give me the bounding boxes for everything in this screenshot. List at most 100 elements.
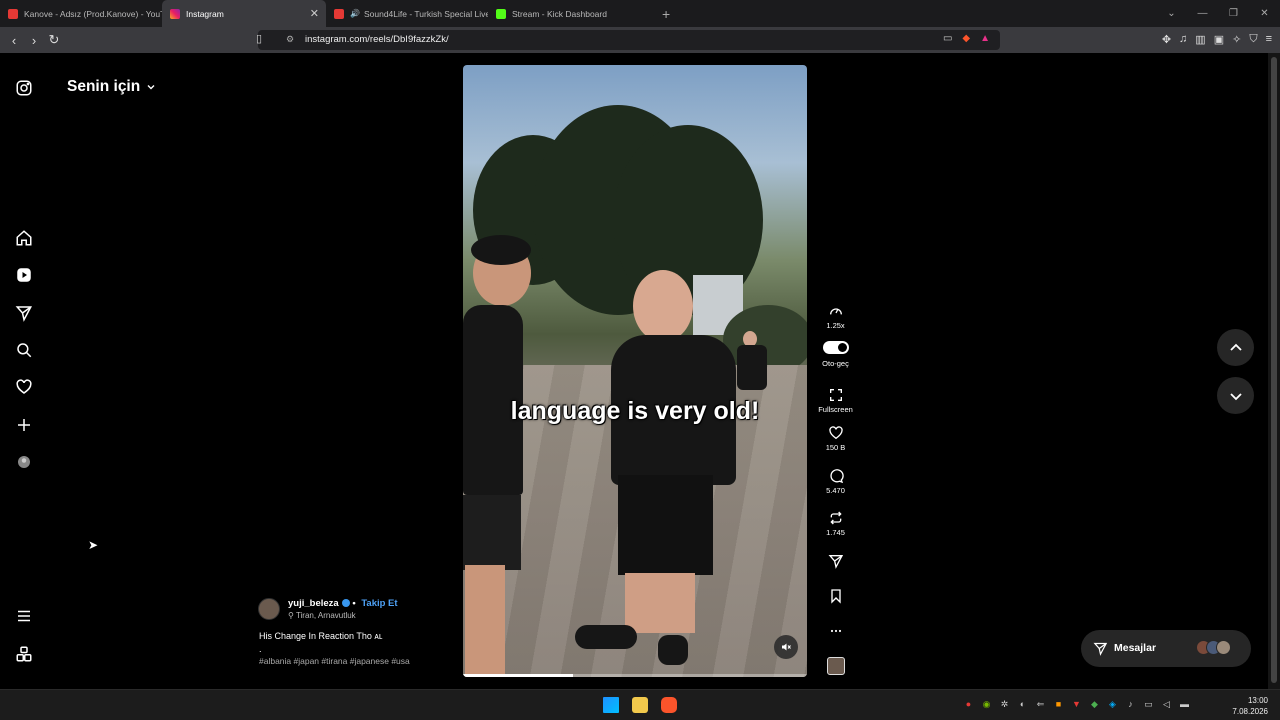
video-progress-bar[interactable] [463, 674, 807, 677]
heart-icon [828, 426, 843, 440]
messages-button[interactable]: Mesajlar [1081, 630, 1251, 667]
minimize-icon[interactable]: — [1187, 8, 1218, 19]
search-icon[interactable] [14, 340, 34, 360]
meta-apps-icon[interactable] [14, 644, 34, 664]
more-options-button[interactable] [818, 623, 853, 639]
maximize-icon[interactable]: ❐ [1218, 8, 1249, 19]
discord-icon[interactable]: ◐ [1016, 699, 1029, 710]
tray-app-icon[interactable]: ▼ [1070, 699, 1083, 710]
chevron-down-icon [1229, 392, 1242, 400]
location-pin-icon: ⚲ [288, 611, 294, 620]
cast-icon[interactable]: ▭ [943, 33, 952, 44]
instagram-logo-icon[interactable] [14, 78, 34, 98]
save-button[interactable] [818, 588, 853, 604]
tray-app-icon[interactable]: ⇐ [1034, 699, 1047, 710]
instagram-page: Senin için ➤ language is very old! yuji_… [0, 53, 1268, 689]
menu-icon[interactable]: ≡ [1266, 33, 1272, 46]
microphone-icon[interactable]: ♪ [1124, 699, 1137, 710]
reel-hashtags[interactable]: #albania #japan #tirana #japanese #usa [259, 656, 410, 666]
file-explorer-icon[interactable] [632, 697, 648, 713]
fullscreen-button[interactable]: Fullscreen [818, 387, 853, 414]
forward-icon[interactable]: › [24, 33, 44, 48]
person-hair [471, 235, 531, 265]
video-caption: language is very old! [510, 397, 760, 425]
tray-app-icon[interactable]: ● [962, 699, 975, 710]
brave-browser-icon[interactable] [661, 697, 677, 713]
comment-button[interactable]: 5.470 [818, 468, 853, 495]
tab-title: Kanove - Adsız (Prod.Kanove) - YouTube [24, 8, 162, 19]
follow-button[interactable]: Takip Et [361, 598, 397, 609]
audio-thumbnail-image [826, 657, 845, 675]
tab-youtube[interactable]: Kanove - Adsız (Prod.Kanove) - YouTube [0, 0, 162, 27]
volume-icon[interactable]: ◁ [1160, 699, 1173, 710]
back-icon[interactable]: ‹ [4, 33, 24, 48]
tray-app-icon[interactable]: ◈ [1106, 699, 1119, 710]
author-username[interactable]: yuji_beleza [288, 598, 339, 609]
scrollbar-thumb[interactable] [1271, 57, 1277, 683]
person-shoe [658, 635, 688, 665]
tab-sound4life[interactable]: 🔊 Sound4Life - Turkish Special Live [326, 0, 488, 27]
autoplay-toggle[interactable]: Oto-geç [818, 341, 853, 368]
playback-speed-button[interactable]: 1.25x [818, 303, 853, 330]
tray-app-icon[interactable]: ■ [1052, 699, 1065, 710]
close-window-icon[interactable]: ✕ [1249, 8, 1280, 19]
likes-count: 150 B [825, 443, 846, 452]
nvidia-icon[interactable]: ◉ [980, 699, 993, 710]
create-plus-icon[interactable] [14, 415, 34, 435]
tab-instagram[interactable]: Instagram ✕ [162, 0, 326, 27]
new-tab-button[interactable]: + [662, 6, 670, 22]
youtube-icon [334, 8, 344, 19]
tab-title: Stream - Kick Dashboard [512, 8, 607, 19]
tab-list-icon[interactable]: ⌄ [1156, 8, 1187, 19]
feed-selector[interactable]: Senin için [67, 78, 156, 96]
author-avatar[interactable] [258, 598, 280, 620]
speaker-icon[interactable]: 🔊 [350, 9, 360, 18]
comments-count: 5.470 [826, 486, 845, 495]
repost-button[interactable]: 1.745 [818, 510, 853, 537]
reel-video[interactable]: language is very old! [463, 65, 807, 677]
previous-reel-button[interactable] [1217, 329, 1254, 366]
audio-thumbnail[interactable] [818, 657, 853, 675]
site-settings-icon[interactable]: ⚙ [286, 34, 294, 45]
bookmark-icon[interactable]: ▯ [256, 32, 272, 45]
next-reel-button[interactable] [1217, 377, 1254, 414]
messages-label: Mesajlar [1114, 642, 1157, 654]
share-button[interactable] [818, 553, 853, 569]
url-text[interactable]: instagram.com/reels/DbI9fazzkZk/ [305, 34, 449, 45]
page-scrollbar[interactable] [1268, 53, 1280, 689]
home-icon[interactable] [14, 228, 34, 248]
like-button[interactable]: 150 B [818, 425, 853, 452]
author-location[interactable]: ⚲ Tiran, Arnavutluk [288, 611, 356, 620]
verified-badge-icon [341, 599, 350, 608]
reload-icon[interactable]: ↻ [44, 32, 64, 48]
leo-ai-icon[interactable]: ✧ [1232, 33, 1241, 46]
brave-shield-icon[interactable]: ◆ [962, 33, 970, 44]
bookmark-icon [830, 589, 841, 604]
more-menu-icon[interactable] [14, 606, 34, 626]
autoplay-label: Oto-geç [822, 359, 849, 368]
brave-rewards-icon[interactable]: ▲ [980, 33, 990, 44]
windows-start-icon[interactable] [603, 697, 619, 713]
fullscreen-label: Fullscreen [818, 405, 853, 414]
tab-kick[interactable]: Stream - Kick Dashboard [488, 0, 652, 27]
tray-app-icon[interactable]: ◆ [1088, 699, 1101, 710]
tray-app-icon[interactable]: ✲ [998, 699, 1011, 710]
person-shoe [575, 625, 637, 649]
address-bar[interactable]: ▯ ⚙ instagram.com/reels/DbI9fazzkZk/ ▭ ◆… [256, 30, 1000, 50]
profile-avatar[interactable] [14, 452, 34, 472]
toggle-switch[interactable] [822, 341, 849, 354]
close-tab-icon[interactable]: ✕ [310, 7, 319, 20]
comment-icon [829, 469, 844, 484]
notifications-heart-icon[interactable] [14, 377, 34, 397]
media-icon[interactable]: ♫ [1179, 33, 1187, 46]
system-clock[interactable]: 13:00 7.08.2026 [1232, 695, 1268, 717]
battery-icon[interactable]: ▬ [1178, 699, 1191, 710]
wallet-icon[interactable]: ▣ [1214, 33, 1224, 46]
network-icon[interactable]: ▭ [1142, 699, 1155, 710]
direct-messages-icon[interactable] [14, 303, 34, 323]
sidebar-icon[interactable]: ▥ [1195, 33, 1205, 46]
reels-icon[interactable] [14, 265, 34, 285]
mute-button[interactable] [774, 635, 798, 659]
vpn-icon[interactable]: ⛉ [1249, 33, 1257, 46]
extensions-icon[interactable]: ✥ [1162, 33, 1171, 46]
